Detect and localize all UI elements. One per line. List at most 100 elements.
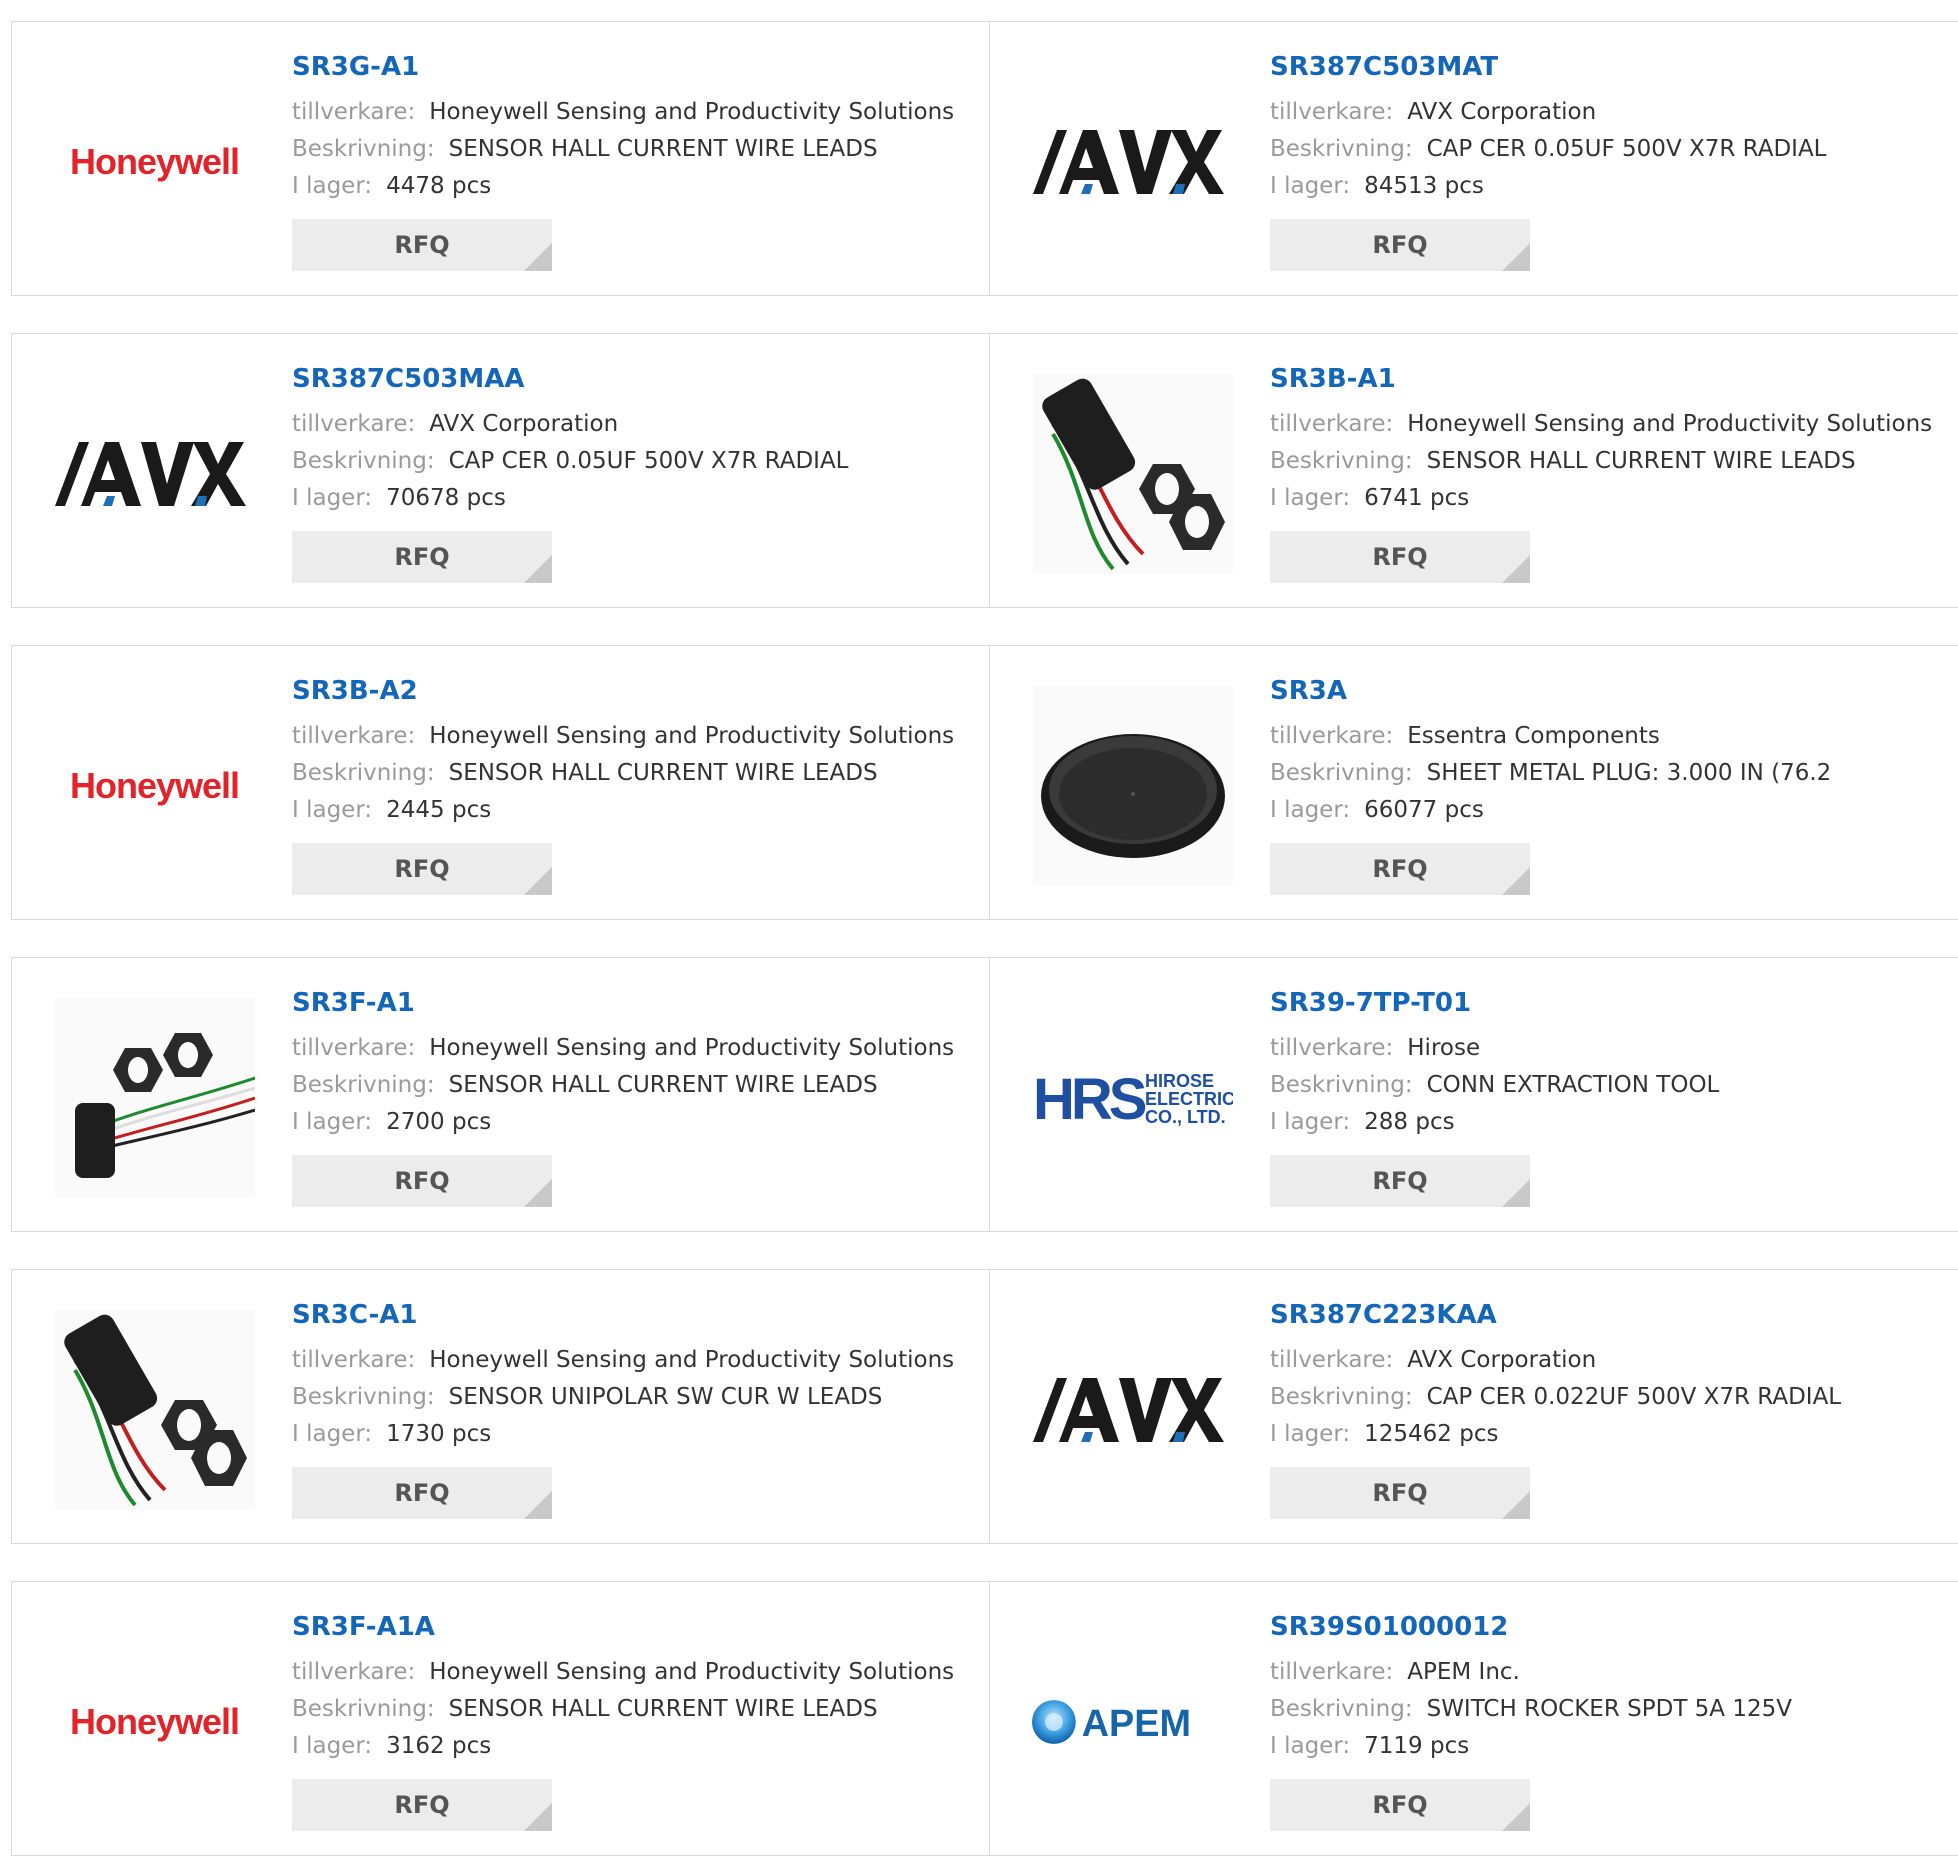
part-number-link[interactable]: SR3F-A1A <box>292 1610 435 1644</box>
product-card: Honeywell SR3F-A1A tillverkare: Honeywell S… <box>12 1582 990 1855</box>
honeywell-logo-text: Honeywell <box>69 1701 240 1742</box>
corner-triangle-icon <box>524 555 552 583</box>
manufacturer-value: Honeywell Sensing and Productivity Solut… <box>429 99 955 125</box>
description-row: Beskrivning: SENSOR HALL CURRENT WIRE LEA… <box>1270 443 1950 480</box>
product-card: Honeywell SR3G-A1 tillverkare: Honeywell Se… <box>12 22 990 295</box>
stock-row: I lager: 70678 pcs <box>292 480 981 517</box>
stock-label: I lager: <box>1270 485 1351 511</box>
manufacturer-label: tillverkare: <box>1270 411 1394 437</box>
manufacturer-value: APEM Inc. <box>1407 1659 1520 1685</box>
product-row: SR387C503MAA tillverkare: AVX Corporation B… <box>11 333 1958 608</box>
part-number-link[interactable]: SR3B-A1 <box>1270 362 1396 396</box>
stock-row: I lager: 288 pcs <box>1270 1104 1950 1141</box>
rfq-label: RFQ <box>1372 855 1428 883</box>
part-number-link[interactable]: SR3C-A1 <box>292 1298 418 1332</box>
part-number-link[interactable]: SR3G-A1 <box>292 50 419 84</box>
stock-value: 84513 pcs <box>1364 173 1484 199</box>
description-value: CONN EXTRACTION TOOL <box>1426 1072 1720 1098</box>
manufacturer-label: tillverkare: <box>292 723 416 749</box>
stock-label: I lager: <box>292 797 373 823</box>
hall-sensor-photo <box>1030 374 1235 574</box>
rfq-button[interactable]: RFQ <box>1270 1779 1530 1831</box>
product-card: Honeywell SR3B-A2 tillverkare: Honeywell Se… <box>12 646 990 919</box>
svg-text:ELECTRIC: ELECTRIC <box>1145 1089 1233 1109</box>
product-info: SR3B-A2 tillverkare: Honeywell Sensing and… <box>292 674 981 895</box>
corner-triangle-icon <box>524 1179 552 1207</box>
manufacturer-value: Honeywell Sensing and Productivity Solut… <box>429 1347 955 1373</box>
manufacturer-row: tillverkare: Honeywell Sensing and Produc… <box>292 1342 981 1379</box>
manufacturer-row: tillverkare: Honeywell Sensing and Produc… <box>292 1654 981 1691</box>
product-info: SR3A tillverkare: Essentra Components Beskr… <box>1270 674 1950 895</box>
product-row: Honeywell SR3G-A1 tillverkare: Honeywell Se… <box>11 21 1958 296</box>
rfq-button[interactable]: RFQ <box>292 531 552 583</box>
manufacturer-label: tillverkare: <box>1270 1035 1394 1061</box>
description-value: CAP CER 0.022UF 500V X7R RADIAL <box>1426 1384 1842 1410</box>
stock-row: I lager: 2445 pcs <box>292 792 981 829</box>
rfq-label: RFQ <box>394 543 450 571</box>
manufacturer-row: tillverkare: Honeywell Sensing and Produc… <box>292 1030 981 1067</box>
corner-triangle-icon <box>524 1803 552 1831</box>
rfq-label: RFQ <box>1372 231 1428 259</box>
stock-row: I lager: 84513 pcs <box>1270 168 1950 205</box>
product-card: SR3F-A1 tillverkare: Honeywell Sensing and… <box>12 958 990 1231</box>
stock-value: 2700 pcs <box>386 1109 492 1135</box>
product-row: Honeywell SR3F-A1A tillverkare: Honeywell S… <box>11 1581 1958 1856</box>
manufacturer-value: Honeywell Sensing and Productivity Solut… <box>429 723 955 749</box>
stock-label: I lager: <box>292 173 373 199</box>
stock-row: I lager: 3162 pcs <box>292 1728 981 1765</box>
manufacturer-label: tillverkare: <box>1270 99 1394 125</box>
plug-photo <box>1030 686 1235 886</box>
product-info: SR387C503MAT tillverkare: AVX Corporation B… <box>1270 50 1950 271</box>
rfq-button[interactable]: RFQ <box>292 1779 552 1831</box>
description-label: Beskrivning: <box>292 136 435 162</box>
stock-label: I lager: <box>292 1733 373 1759</box>
description-value: SENSOR HALL CURRENT WIRE LEADS <box>448 1072 878 1098</box>
part-number-link[interactable]: SR387C503MAA <box>292 362 525 396</box>
manufacturer-label: tillverkare: <box>1270 1659 1394 1685</box>
description-row: Beskrivning: SENSOR UNIPOLAR SW CUR W LEA… <box>292 1379 981 1416</box>
description-value: SWITCH ROCKER SPDT 5A 125V <box>1426 1696 1792 1722</box>
description-row: Beskrivning: CAP CER 0.022UF 500V X7R RAD… <box>1270 1379 1950 1416</box>
part-number-link[interactable]: SR39-7TP-T01 <box>1270 986 1471 1020</box>
rfq-button[interactable]: RFQ <box>1270 531 1530 583</box>
rfq-button[interactable]: RFQ <box>1270 843 1530 895</box>
corner-triangle-icon <box>1502 1179 1530 1207</box>
product-info: SR387C223KAA tillverkare: AVX Corporation B… <box>1270 1298 1950 1519</box>
description-label: Beskrivning: <box>292 1384 435 1410</box>
rfq-button[interactable]: RFQ <box>292 219 552 271</box>
manufacturer-value: Honeywell Sensing and Productivity Solut… <box>429 1659 955 1685</box>
manufacturer-row: tillverkare: Hirose <box>1270 1030 1950 1067</box>
part-number-link[interactable]: SR387C503MAT <box>1270 50 1498 84</box>
part-number-link[interactable]: SR3B-A2 <box>292 674 418 708</box>
description-value: SENSOR HALL CURRENT WIRE LEADS <box>448 1696 878 1722</box>
product-info: SR3G-A1 tillverkare: Honeywell Sensing and… <box>292 50 981 271</box>
manufacturer-row: tillverkare: Honeywell Sensing and Produc… <box>292 718 981 755</box>
rfq-button[interactable]: RFQ <box>1270 1467 1530 1519</box>
product-row: Honeywell SR3B-A2 tillverkare: Honeywell Se… <box>11 645 1958 920</box>
part-number-link[interactable]: SR39S01000012 <box>1270 1610 1508 1644</box>
corner-triangle-icon <box>1502 555 1530 583</box>
stock-label: I lager: <box>292 485 373 511</box>
rfq-button[interactable]: RFQ <box>292 1155 552 1207</box>
product-card: SR3A tillverkare: Essentra Components Beskr… <box>990 646 1958 919</box>
rfq-label: RFQ <box>1372 1791 1428 1819</box>
rfq-button[interactable]: RFQ <box>292 1467 552 1519</box>
corner-triangle-icon <box>524 1491 552 1519</box>
rfq-button[interactable]: RFQ <box>1270 1155 1530 1207</box>
hirose-logo: HRS HIROSE ELECTRIC CO., LTD. <box>1030 998 1235 1198</box>
part-number-link[interactable]: SR387C223KAA <box>1270 1298 1497 1332</box>
manufacturer-row: tillverkare: APEM Inc. <box>1270 1654 1950 1691</box>
stock-row: I lager: 2700 pcs <box>292 1104 981 1141</box>
svg-text:HIROSE: HIROSE <box>1145 1071 1214 1091</box>
part-number-link[interactable]: SR3A <box>1270 674 1347 708</box>
svg-text:APEM: APEM <box>1082 1703 1191 1745</box>
product-info: SR3C-A1 tillverkare: Honeywell Sensing and… <box>292 1298 981 1519</box>
stock-value: 6741 pcs <box>1364 485 1470 511</box>
rfq-button[interactable]: RFQ <box>292 843 552 895</box>
description-row: Beskrivning: SHEET METAL PLUG: 3.000 IN (… <box>1270 755 1950 792</box>
part-number-link[interactable]: SR3F-A1 <box>292 986 415 1020</box>
description-row: Beskrivning: SENSOR HALL CURRENT WIRE LEA… <box>292 1691 981 1728</box>
rfq-button[interactable]: RFQ <box>1270 219 1530 271</box>
description-row: Beskrivning: SENSOR HALL CURRENT WIRE LEA… <box>292 755 981 792</box>
product-card: SR387C503MAT tillverkare: AVX Corporation B… <box>990 22 1958 295</box>
